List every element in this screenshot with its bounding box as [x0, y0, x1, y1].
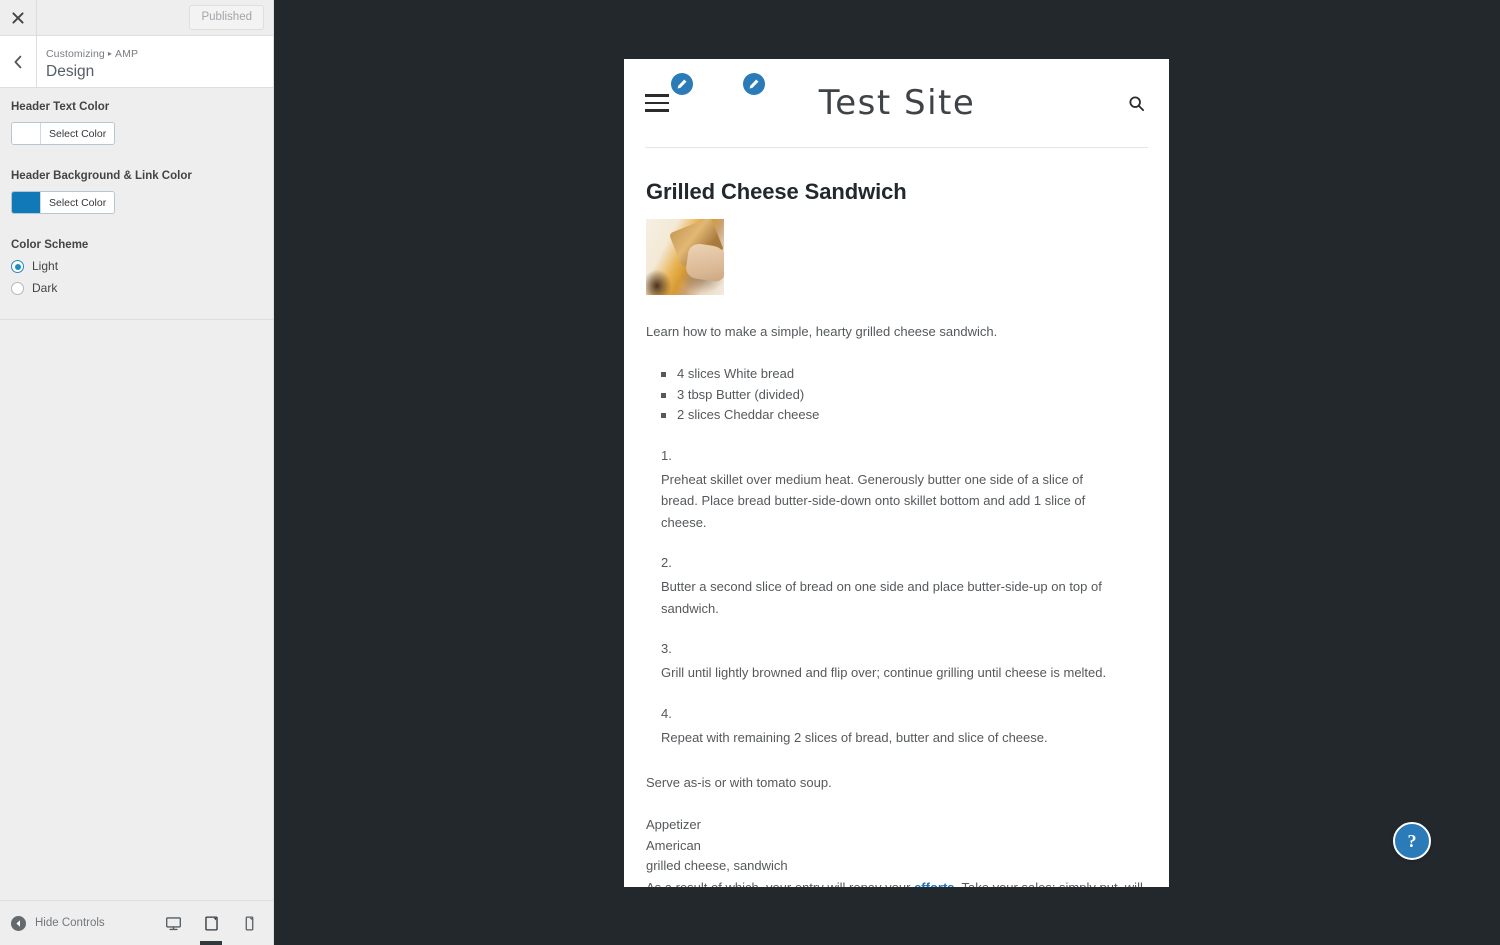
instructions-list: 1. Preheat skillet over medium heat. Gen…: [646, 445, 1146, 749]
hide-controls-button[interactable]: Hide Controls: [11, 915, 105, 931]
radio-color-scheme-dark[interactable]: Dark: [11, 282, 262, 295]
breadcrumb-separator: ▸: [107, 48, 112, 58]
design-controls-section: Header Text Color Select Color Header Ba…: [0, 88, 273, 320]
list-item: 3 tbsp Butter (divided): [661, 385, 1146, 406]
control-color-scheme: Color Scheme Light Dark: [11, 238, 262, 295]
instruction-step: 2. Butter a second slice of bread on one…: [646, 552, 1146, 619]
pencil-icon: [749, 79, 759, 89]
site-title-wrap: Test Site: [669, 73, 1125, 123]
edit-site-title-badge[interactable]: [671, 73, 693, 95]
panel-title: Design: [46, 62, 95, 80]
site-preview-area: Test Site Grilled Cheese Sandwich Learn …: [275, 0, 1500, 945]
radio-dark-icon[interactable]: [11, 282, 24, 295]
header-text-color-swatch[interactable]: [12, 123, 41, 144]
close-icon: [12, 11, 24, 24]
step-text: Grill until lightly browned and flip ove…: [661, 665, 1107, 680]
customizer-topbar: Published: [0, 0, 273, 36]
breadcrumb-root: Customizing: [46, 47, 105, 60]
meta-category: Appetizer: [646, 817, 701, 832]
radio-dark-label: Dark: [32, 281, 58, 295]
chevron-left-icon: [14, 55, 22, 68]
post-article: Grilled Cheese Sandwich Learn how to mak…: [624, 148, 1169, 887]
site-preview-frame: Test Site Grilled Cheese Sandwich Learn …: [624, 59, 1169, 887]
pencil-icon: [677, 79, 687, 89]
menu-icon[interactable]: [645, 94, 669, 112]
header-background-link-color-label: Header Background & Link Color: [11, 170, 192, 182]
breadcrumb-section: AMP: [115, 47, 139, 60]
device-button-mobile[interactable]: [234, 901, 264, 945]
meta-keywords: grilled cheese, sandwich: [646, 858, 788, 873]
hide-controls-label: Hide Controls: [35, 917, 105, 929]
device-preview-buttons: [158, 901, 264, 945]
customizer-panel-header: Customizing ▸ AMP Design: [0, 36, 273, 88]
featured-image: [646, 219, 724, 295]
step-number: 4.: [661, 705, 672, 721]
radio-light-label: Light: [32, 259, 59, 273]
list-item: 4 slices White bread: [661, 364, 1146, 385]
step-number: 1.: [661, 447, 672, 463]
search-icon: [1128, 95, 1144, 111]
step-number: 3.: [661, 641, 672, 656]
control-header-background-link-color: Header Background & Link Color Select Co…: [11, 169, 262, 218]
mobile-icon: [245, 915, 253, 931]
ingredients-list: 4 slices White bread 3 tbsp Butter (divi…: [646, 364, 1146, 426]
customizer-header-text: Customizing ▸ AMP Design: [37, 36, 138, 87]
breadcrumb: Customizing ▸ AMP: [46, 47, 138, 61]
efforts-link[interactable]: efforts: [914, 880, 954, 888]
device-button-desktop[interactable]: [158, 901, 188, 945]
meta-cuisine: American: [646, 837, 701, 853]
step-number: 2.: [661, 555, 672, 570]
instruction-step: 1. Preheat skillet over medium heat. Gen…: [646, 445, 1146, 534]
site-header: Test Site: [624, 59, 1169, 147]
close-customizer-button[interactable]: [0, 0, 37, 35]
publish-button[interactable]: Published: [189, 5, 264, 30]
header-text-select-color-button[interactable]: Select Color: [41, 123, 115, 144]
tablet-icon: [204, 915, 218, 931]
header-background-select-color-button[interactable]: Select Color: [41, 192, 115, 213]
header-text-color-label: Header Text Color: [11, 101, 110, 113]
step-text: Preheat skillet over medium heat. Genero…: [661, 471, 1086, 530]
customizer-footer: Hide Controls: [0, 900, 273, 945]
list-item: 2 slices Cheddar cheese: [661, 405, 1146, 426]
site-title[interactable]: Test Site: [819, 83, 976, 123]
post-meta: Appetizer American grilled cheese, sandw…: [646, 815, 1146, 887]
step-text: Butter a second slice of bread on one si…: [661, 579, 1102, 616]
collapse-arrow-icon: [11, 915, 26, 931]
instruction-step: 4. Repeat with remaining 2 slices of bre…: [646, 703, 1146, 749]
customizer-controls-body: Header Text Color Select Color Header Ba…: [0, 88, 273, 900]
color-scheme-label: Color Scheme: [11, 239, 89, 251]
radio-color-scheme-light[interactable]: Light: [11, 260, 262, 273]
instruction-step: 3. Grill until lightly browned and flip …: [646, 638, 1146, 684]
header-background-color-swatch[interactable]: [12, 192, 41, 213]
header-background-color-picker[interactable]: Select Color: [11, 191, 116, 214]
post-description: Learn how to make a simple, hearty grill…: [646, 324, 998, 339]
device-button-tablet[interactable]: [196, 901, 226, 945]
customizer-screen: Published Customizing ▸ AMP Design Header …: [0, 0, 1500, 945]
radio-light-icon[interactable]: [11, 260, 24, 273]
customizer-sidebar: Published Customizing ▸ AMP Design Header …: [0, 0, 274, 945]
post-body-paragraph: As a result of which, your entry will re…: [646, 877, 1146, 888]
search-toggle-button[interactable]: [1125, 92, 1147, 114]
help-button[interactable]: ?: [1393, 822, 1431, 860]
closing-note: Serve as-is or with tomato soup.: [646, 775, 832, 790]
desktop-icon: [165, 916, 181, 930]
page-title: Grilled Cheese Sandwich: [646, 179, 907, 204]
control-header-text-color: Header Text Color Select Color: [11, 100, 262, 149]
edit-site-tagline-badge[interactable]: [743, 73, 765, 95]
header-text-color-picker[interactable]: Select Color: [11, 122, 116, 145]
step-text: Repeat with remaining 2 slices of bread,…: [661, 729, 1048, 745]
back-button[interactable]: [0, 36, 37, 87]
paragraph-text-before-link: As a result of which, your entry will re…: [646, 879, 915, 888]
